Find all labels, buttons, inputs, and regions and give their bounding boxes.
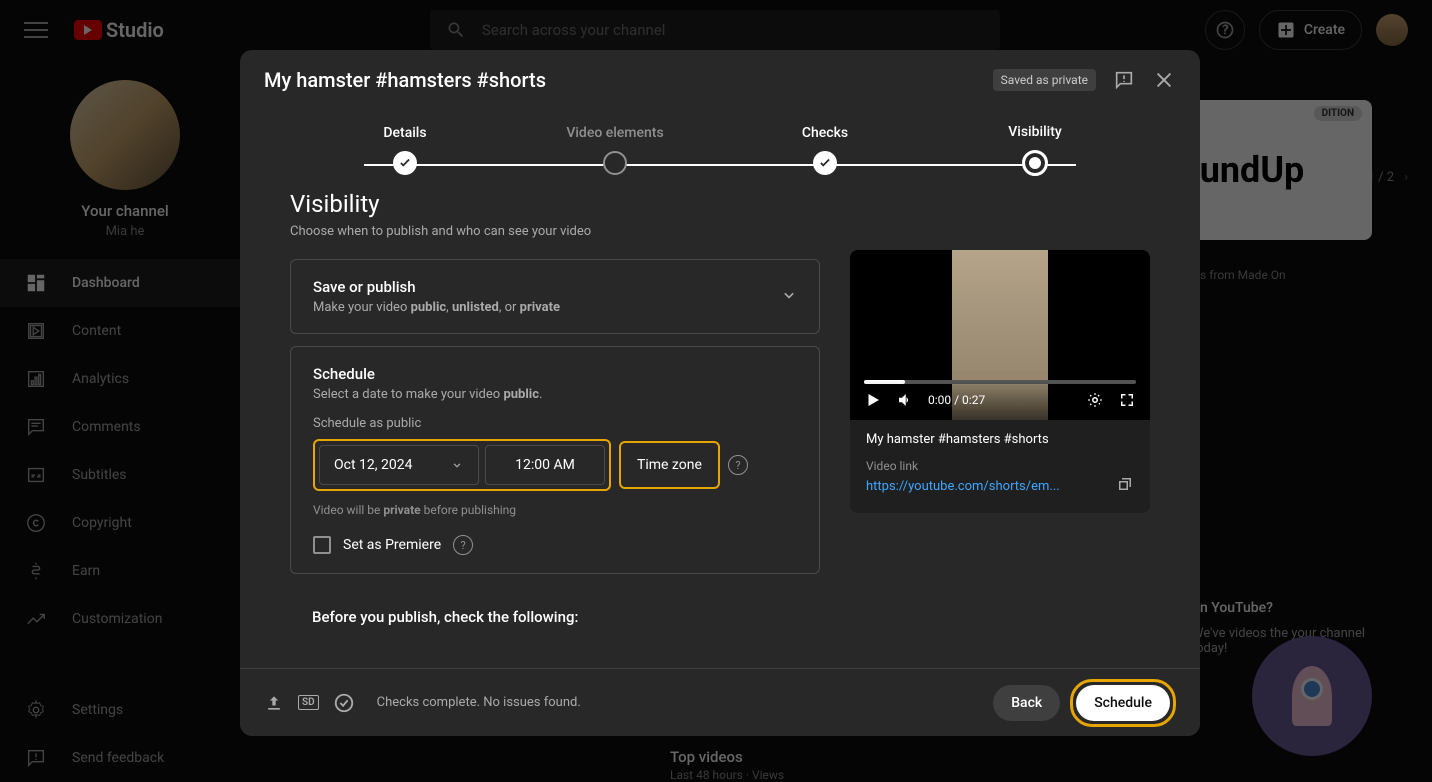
premiere-label: Set as Premiere — [343, 537, 441, 553]
schedule-button[interactable]: Schedule — [1076, 685, 1170, 721]
close-button[interactable] — [1152, 68, 1176, 92]
schedule-highlight: Schedule — [1070, 679, 1176, 727]
check-circle-icon — [333, 692, 355, 714]
preview-meta: My hamster #hamsters #shorts Video link … — [850, 420, 1150, 513]
step-details[interactable]: Details — [300, 125, 510, 175]
upload-modal: My hamster #hamsters #shorts Saved as pr… — [240, 50, 1200, 736]
time-display: 0:00 / 0:27 — [928, 393, 985, 407]
card-sub: Select a date to make your video public. — [313, 387, 797, 402]
visibility-sub: Choose when to publish and who can see y… — [290, 224, 820, 239]
video-preview: 0:00 / 0:27 My hamster #hamsters #shorts… — [850, 250, 1150, 513]
timezone-label: Time zone — [637, 457, 702, 473]
back-button[interactable]: Back — [993, 685, 1060, 721]
modal-right: 0:00 / 0:27 My hamster #hamsters #shorts… — [850, 190, 1150, 668]
time-value: 12:00 AM — [515, 457, 575, 473]
fullscreen-icon[interactable] — [1118, 391, 1136, 409]
step-circle-icon — [1022, 150, 1048, 176]
settings-icon[interactable] — [1086, 391, 1104, 409]
step-checks[interactable]: Checks — [720, 125, 930, 175]
stepper: Details Video elements Checks Visibility — [240, 110, 1200, 190]
card-title: Save or publish — [313, 278, 797, 296]
preview-player[interactable]: 0:00 / 0:27 — [850, 250, 1150, 420]
modal-body: Visibility Choose when to publish and wh… — [240, 190, 1200, 668]
upload-icon — [264, 693, 284, 713]
save-publish-card[interactable]: Save or publish Make your video public, … — [290, 259, 820, 334]
date-picker[interactable]: Oct 12, 2024 — [319, 445, 479, 485]
check-icon — [813, 151, 837, 175]
chevron-down-icon — [450, 458, 464, 472]
sd-badge: SD — [298, 695, 319, 710]
chevron-down-icon — [779, 285, 799, 309]
video-link-row: https://youtube.com/shorts/em... — [866, 475, 1134, 497]
premiere-row: Set as Premiere ? — [313, 535, 797, 555]
visibility-heading: Visibility — [290, 190, 820, 218]
step-label: Checks — [720, 125, 930, 141]
schedule-card: Schedule Select a date to make your vide… — [290, 346, 820, 574]
help-icon[interactable]: ? — [728, 455, 748, 475]
step-circle-icon — [603, 151, 627, 175]
play-icon[interactable] — [864, 391, 882, 409]
premiere-checkbox[interactable] — [313, 536, 331, 554]
before-publish-heading: Before you publish, check the following: — [290, 588, 820, 626]
footer-status: Checks complete. No issues found. — [377, 695, 581, 710]
datetime-highlight: Oct 12, 2024 12:00 AM — [313, 439, 611, 491]
modal-left: Visibility Choose when to publish and wh… — [290, 190, 820, 668]
step-visibility[interactable]: Visibility — [930, 124, 1140, 176]
video-link[interactable]: https://youtube.com/shorts/em... — [866, 479, 1060, 494]
video-link-label: Video link — [866, 459, 1134, 473]
modal-header: My hamster #hamsters #shorts Saved as pr… — [240, 50, 1200, 110]
time-picker[interactable]: 12:00 AM — [485, 445, 605, 485]
saved-badge: Saved as private — [993, 69, 1096, 91]
card-title: Schedule — [313, 365, 797, 383]
help-icon[interactable]: ? — [453, 535, 473, 555]
send-feedback-button[interactable] — [1112, 68, 1136, 92]
schedule-note: Video will be private before publishing — [313, 503, 797, 517]
modal-title: My hamster #hamsters #shorts — [264, 68, 977, 92]
modal-footer: SD Checks complete. No issues found. Bac… — [240, 668, 1200, 736]
volume-icon[interactable] — [896, 391, 914, 409]
player-controls: 0:00 / 0:27 — [850, 380, 1150, 420]
preview-title: My hamster #hamsters #shorts — [866, 432, 1134, 447]
step-label: Visibility — [930, 124, 1140, 140]
timezone-button[interactable]: Time zone — [619, 441, 720, 489]
date-value: Oct 12, 2024 — [334, 457, 412, 473]
step-video-elements[interactable]: Video elements — [510, 125, 720, 175]
step-label: Details — [300, 125, 510, 141]
schedule-as-label: Schedule as public — [313, 416, 797, 431]
card-sub: Make your video public, unlisted, or pri… — [313, 300, 797, 315]
step-label: Video elements — [510, 125, 720, 141]
copy-icon[interactable] — [1116, 475, 1134, 497]
check-icon — [393, 151, 417, 175]
